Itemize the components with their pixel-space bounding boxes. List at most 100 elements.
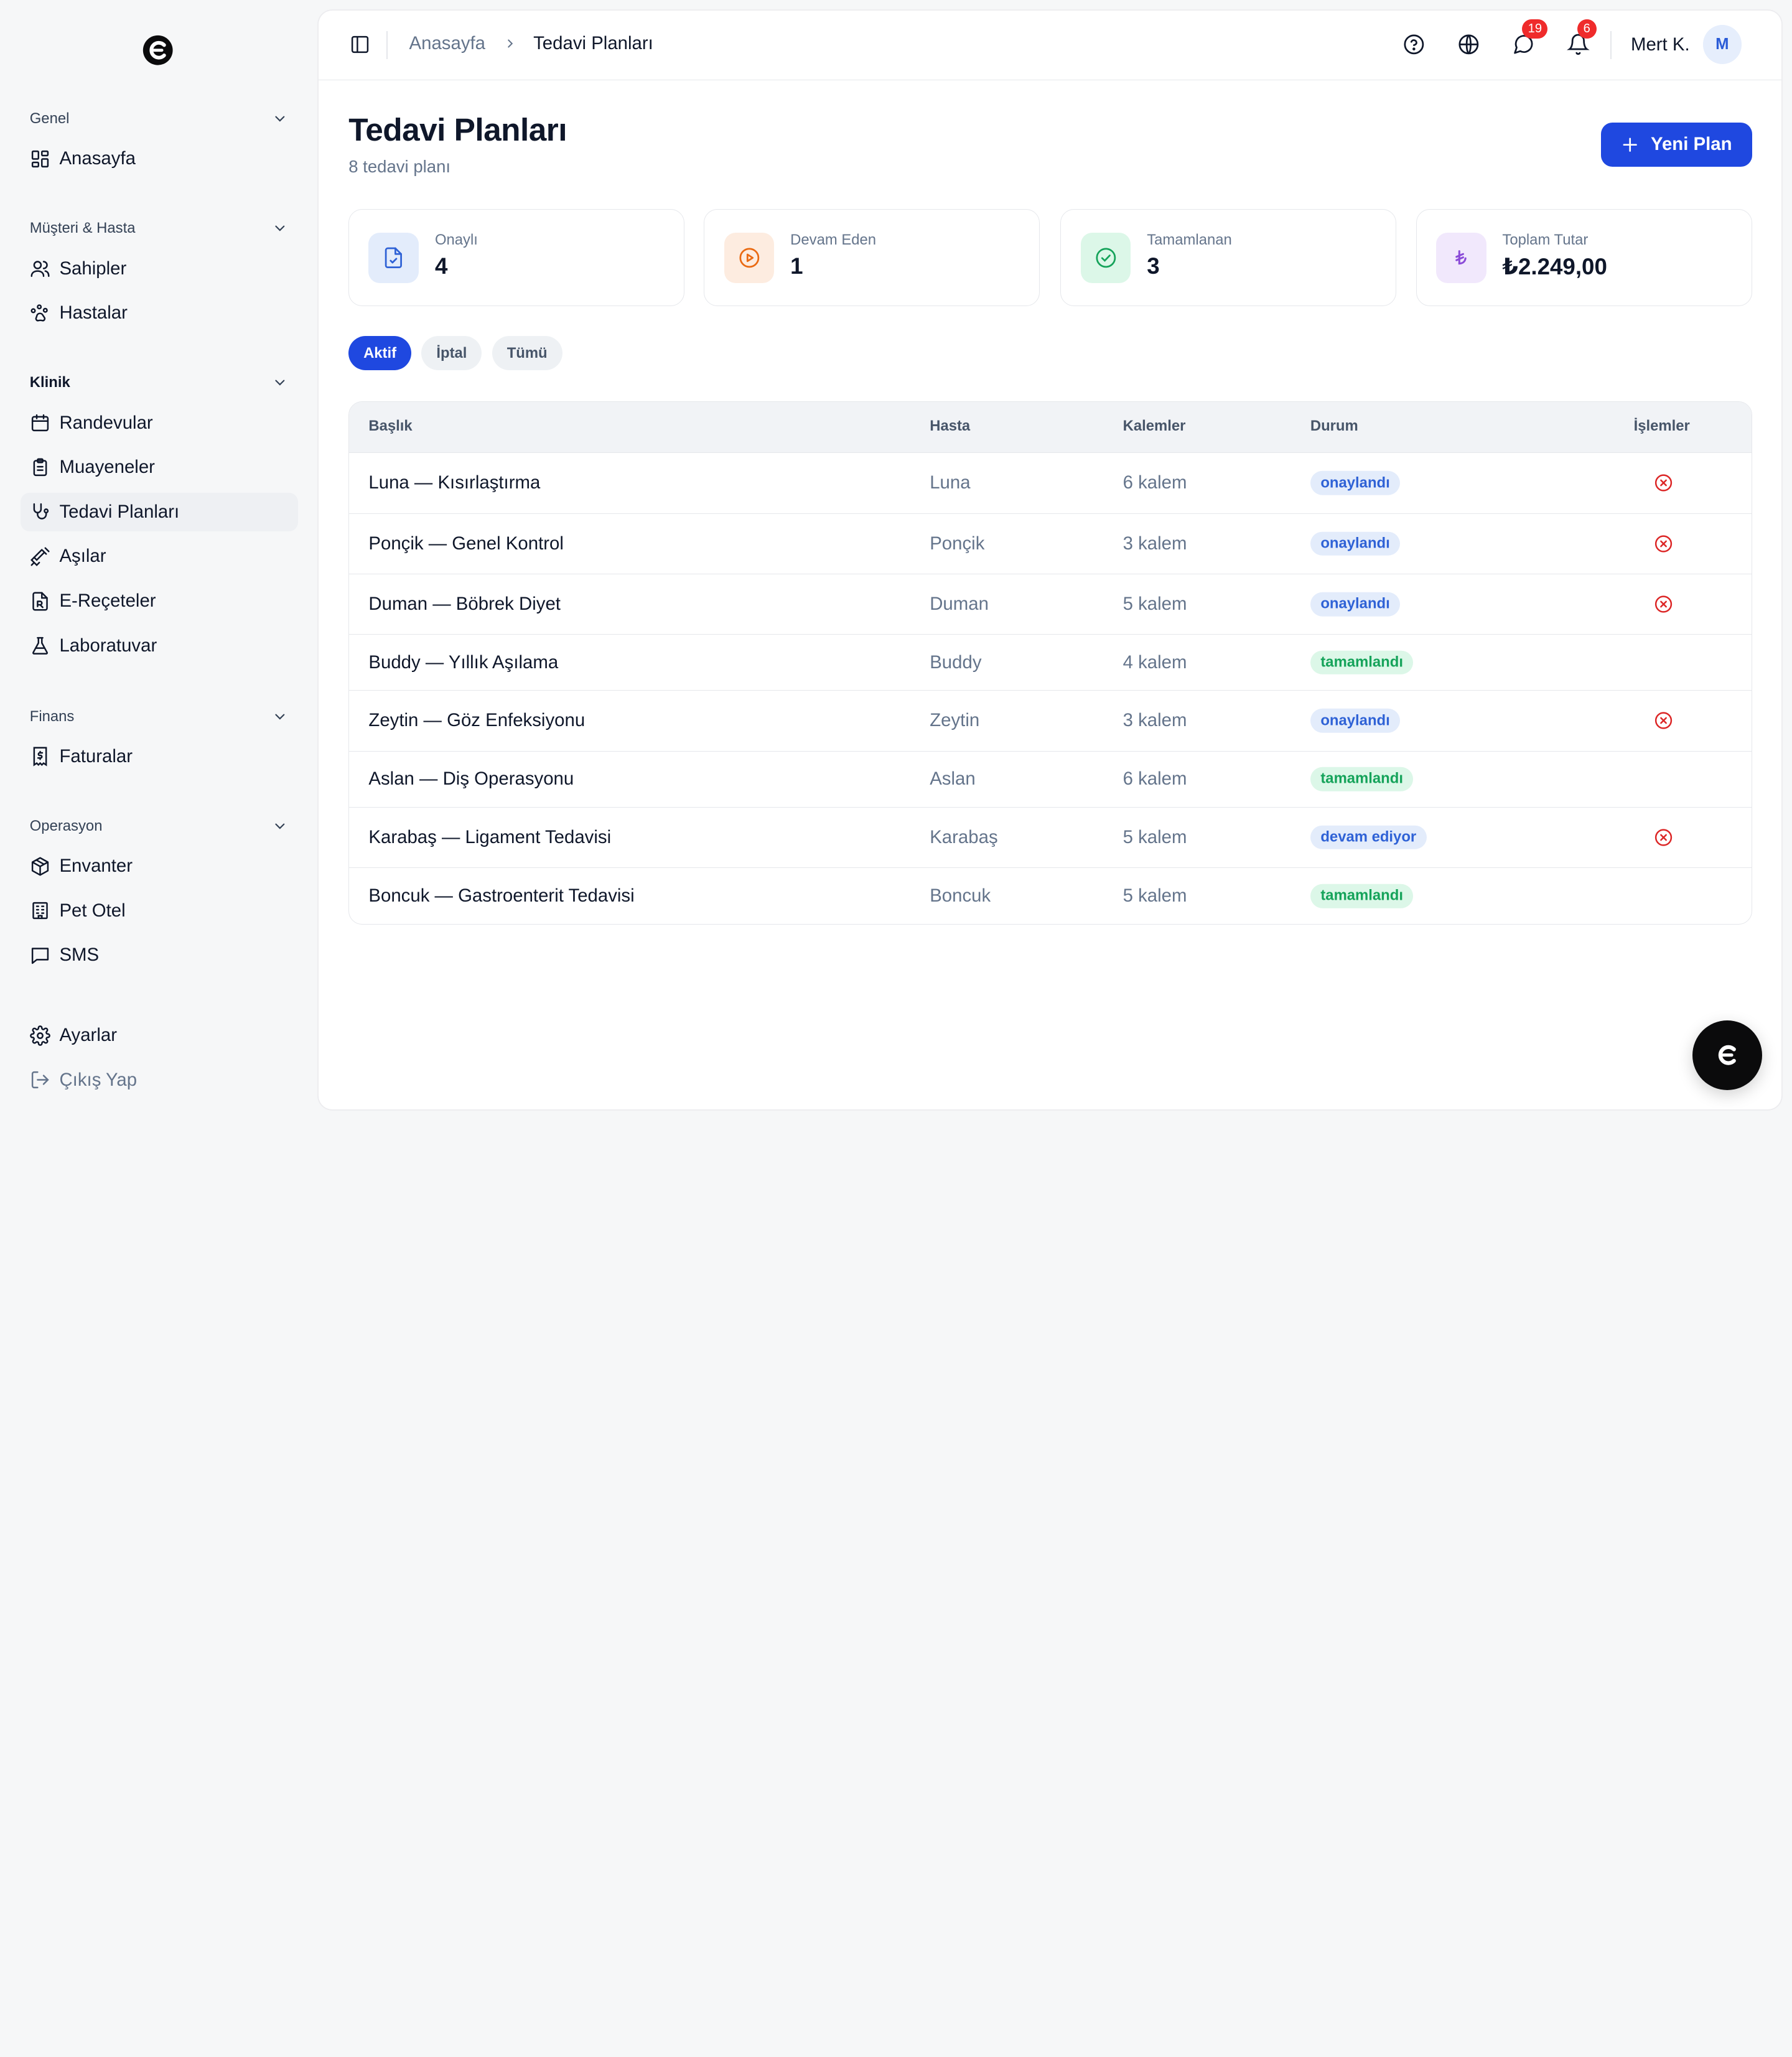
cell-title[interactable]: Karabaş — Ligament Tedavisi [368, 827, 611, 848]
table-row[interactable]: Boncuk — Gastroenterit Tedavisi Boncuk 5… [349, 868, 1751, 924]
column-header-durum[interactable]: Durum [1310, 417, 1358, 435]
section-klinik-header[interactable]: Klinik [30, 371, 288, 394]
dashboard-icon [30, 149, 50, 169]
stethoscope-icon [30, 501, 50, 522]
filter-tumu[interactable]: Tümü [492, 335, 562, 371]
table-row[interactable]: Karabaş — Ligament Tedavisi Karabaş 5 ka… [349, 808, 1752, 868]
cell-title[interactable]: Ponçik — Genel Kontrol [368, 533, 564, 554]
cancel-x-circle-icon[interactable] [1653, 827, 1674, 847]
main-panel: Anasayfa Tedavi Planları 19 6 Mert K. M [319, 10, 1782, 1110]
table-header: Başlık Hasta Kalemler Durum İşlemler [349, 401, 1752, 454]
cell-title[interactable]: Duman — Böbrek Diyet [368, 594, 561, 615]
bell-icon[interactable]: 6 [1567, 19, 1597, 56]
cell-hasta: Buddy [930, 651, 982, 673]
messages-icon[interactable]: 19 [1512, 19, 1548, 56]
cell-title[interactable]: Aslan — Diş Operasyonu [368, 768, 574, 790]
section-musteri-header[interactable]: Müşteri & Hasta [30, 217, 288, 240]
cell-hasta: Boncuk [930, 885, 991, 906]
sidebar-item-sms[interactable]: SMS [21, 936, 298, 974]
status-badge: onaylandı [1310, 592, 1401, 617]
sidebar-item-logout[interactable]: Çıkış Yap [21, 1060, 298, 1099]
sidebar: Genel Anasayfa Müşteri & Hasta Sahipler … [0, 0, 318, 1120]
flask-icon [30, 635, 50, 656]
sidebar-item-label: E-Reçeteler [59, 590, 156, 612]
cell-title[interactable]: Luna — Kısırlaştırma [368, 472, 540, 493]
lira-icon [1435, 232, 1486, 283]
stat-card-devam-eden: Devam Eden 1 [704, 209, 1040, 307]
sidebar-item-envanter[interactable]: Envanter [21, 847, 298, 885]
app-root: Genel Anasayfa Müşteri & Hasta Sahipler … [0, 0, 1792, 1120]
app-logo-icon[interactable] [142, 34, 174, 66]
column-header-baslik[interactable]: Başlık [368, 417, 412, 435]
sidebar-item-label: Çıkış Yap [59, 1069, 138, 1090]
table-row[interactable]: Buddy — Yıllık Aşılama Buddy 4 kalem tam… [349, 635, 1752, 691]
globe-icon[interactable] [1457, 33, 1480, 56]
sidebar-item-pet-otel[interactable]: Pet Otel [21, 892, 298, 930]
help-icon[interactable] [1402, 33, 1426, 56]
topbar-divider [1610, 30, 1612, 60]
stat-label: Devam Eden [790, 231, 877, 248]
table-row[interactable]: Luna — Kısırlaştırma Luna 6 kalem onayla… [349, 453, 1752, 514]
page-title: Tedavi Planları [348, 111, 567, 148]
chevron-down-icon [275, 714, 285, 720]
sidebar-item-label: Hastalar [59, 302, 128, 324]
avatar[interactable]: M [1702, 25, 1742, 64]
stat-value: 1 [790, 253, 803, 279]
prescription-icon [30, 591, 50, 612]
sidebar-item-ayarlar[interactable]: Ayarlar [21, 1016, 298, 1055]
cancel-x-circle-icon[interactable] [1653, 594, 1674, 615]
sidebar-item-laboratuvar[interactable]: Laboratuvar [21, 627, 298, 665]
message-icon [30, 945, 50, 966]
cancel-x-circle-icon[interactable] [1653, 711, 1674, 731]
user-name[interactable]: Mert K. [1631, 34, 1690, 55]
breadcrumb-home-link[interactable]: Anasayfa [409, 33, 485, 54]
sidebar-item-muayeneler[interactable]: Muayeneler [21, 448, 298, 487]
sidebar-item-sahipler[interactable]: Sahipler [21, 249, 298, 287]
cell-title[interactable]: Zeytin — Göz Enfeksiyonu [368, 710, 585, 731]
cell-title[interactable]: Buddy — Yıllık Aşılama [368, 652, 558, 673]
sidebar-item-tedavi-planlari[interactable]: Tedavi Planları [21, 492, 299, 532]
sidebar-item-label: Anasayfa [59, 148, 136, 169]
stat-card-tamamlanan: Tamamlanan 3 [1060, 209, 1397, 307]
chevron-down-icon [275, 380, 285, 386]
status-badge: tamamlandı [1310, 884, 1414, 908]
section-genel-header[interactable]: Genel [30, 108, 288, 131]
cancel-x-circle-icon[interactable] [1653, 473, 1674, 493]
sidebar-item-hastalar[interactable]: Hastalar [21, 294, 298, 332]
table-row[interactable]: Zeytin — Göz Enfeksiyonu Zeytin 3 kalem … [349, 691, 1752, 752]
column-header-kalemler[interactable]: Kalemler [1123, 417, 1186, 435]
package-icon [30, 856, 50, 877]
section-label: Müşteri & Hasta [29, 220, 136, 237]
table-row[interactable]: Ponçik — Genel Kontrol Ponçik 3 kalem on… [349, 514, 1752, 574]
table-row[interactable]: Aslan — Diş Operasyonu Aslan 6 kalem tam… [349, 752, 1752, 808]
sidebar-item-e-receteler[interactable]: E-Reçeteler [21, 582, 298, 620]
filter-iptal[interactable]: İptal [421, 335, 482, 371]
sidebar-item-asilar[interactable]: Aşılar [21, 537, 298, 576]
table-row[interactable]: Duman — Böbrek Diyet Duman 5 kalem onayl… [349, 574, 1752, 635]
section-label: Operasyon [29, 817, 103, 834]
cell-title[interactable]: Boncuk — Gastroenterit Tedavisi [368, 885, 634, 907]
cell-hasta: Aslan [930, 768, 976, 790]
stat-card-toplam-tutar: Toplam Tutar ₺2.249,00 [1416, 209, 1752, 307]
stat-value: 3 [1147, 253, 1160, 279]
section-operasyon-header[interactable]: Operasyon [30, 815, 288, 838]
assistant-fab-button[interactable] [1692, 1020, 1763, 1091]
stat-value: 4 [434, 253, 448, 279]
app-logo-icon [1719, 1045, 1737, 1066]
new-plan-button[interactable]: Yeni Plan [1601, 122, 1752, 167]
cancel-x-circle-icon[interactable] [1653, 533, 1674, 554]
sidebar-item-anasayfa[interactable]: Anasayfa [21, 139, 298, 178]
column-header-hasta[interactable]: Hasta [930, 417, 970, 435]
filter-aktif[interactable]: Aktif [348, 335, 411, 371]
section-finans-header[interactable]: Finans [30, 705, 288, 728]
breadcrumb: Anasayfa Tedavi Planları [409, 33, 653, 54]
sidebar-item-randevular[interactable]: Randevular [21, 403, 298, 442]
cell-kalem: 5 kalem [1122, 826, 1187, 847]
sidebar-item-faturalar[interactable]: Faturalar [21, 737, 298, 776]
sidebar-toggle-icon[interactable] [350, 34, 370, 55]
status-badge: onaylandı [1310, 709, 1401, 733]
treatment-plans-table: Başlık Hasta Kalemler Durum İşlemler Lun… [348, 401, 1752, 925]
chevron-right-icon [503, 37, 517, 50]
stat-value: ₺2.249,00 [1502, 253, 1607, 279]
new-plan-label: Yeni Plan [1650, 134, 1732, 155]
